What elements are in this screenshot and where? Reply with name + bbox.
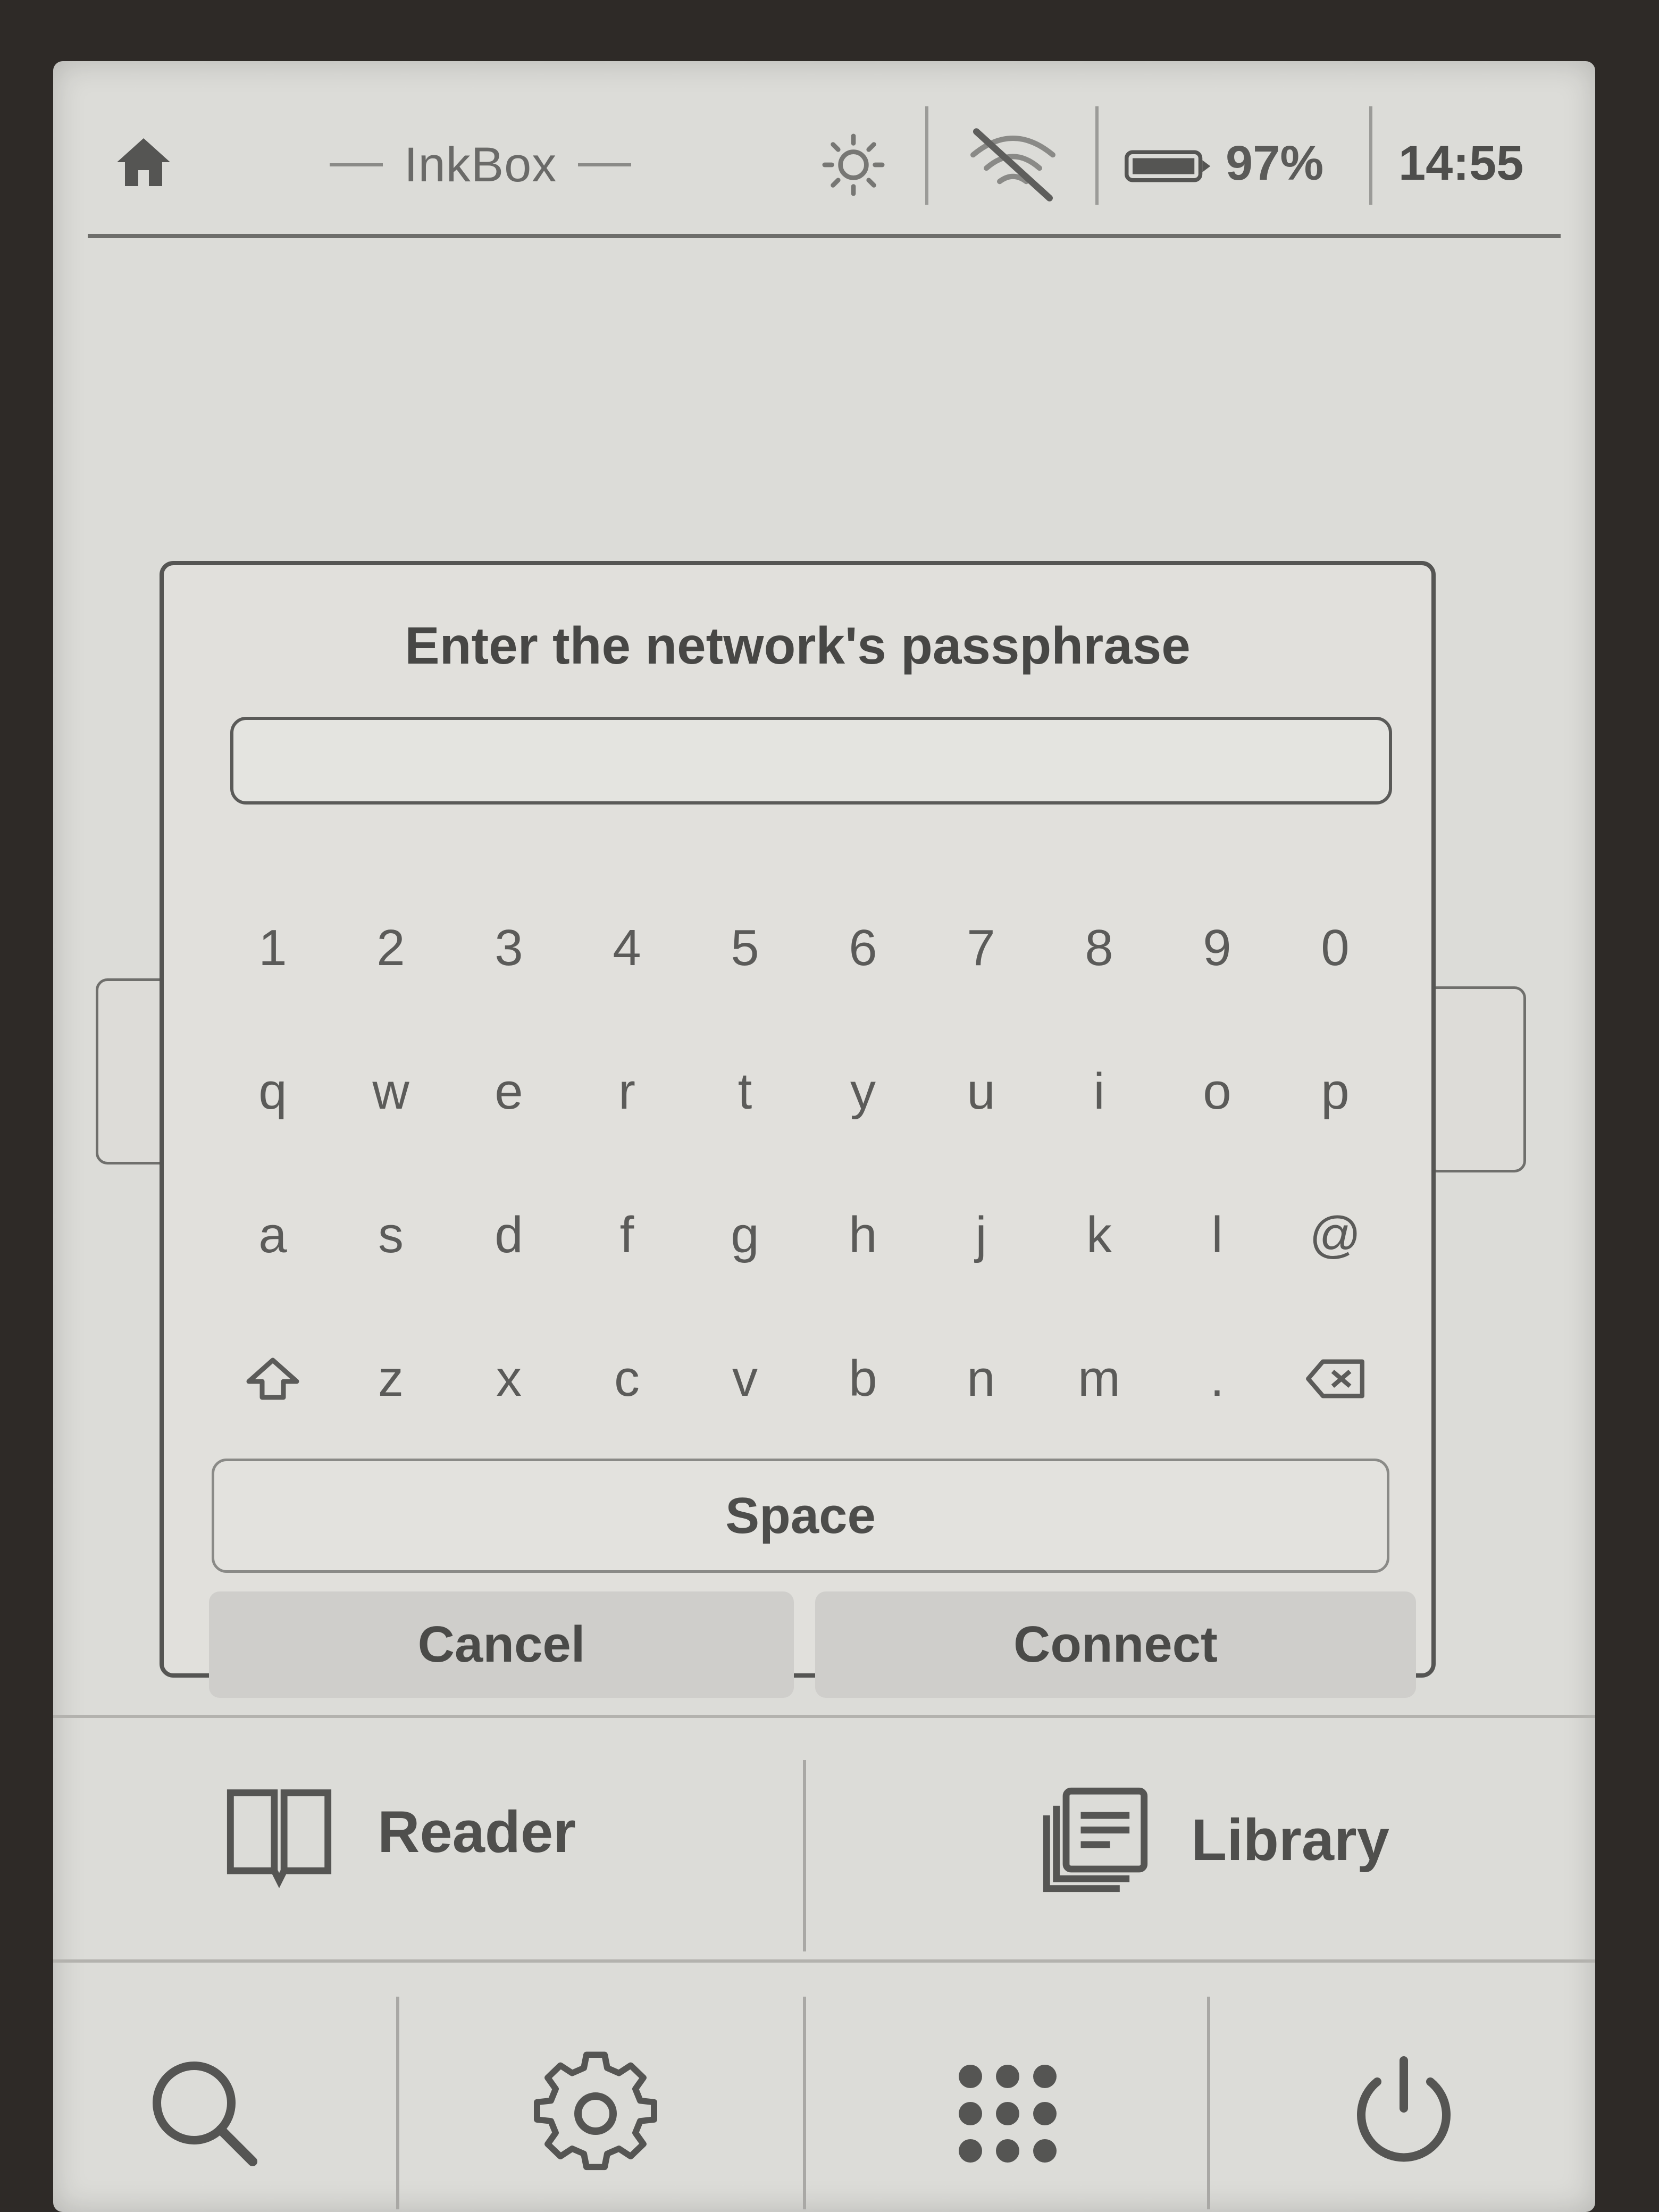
key-2[interactable]: 2 (335, 895, 447, 1001)
search-button[interactable] (136, 2045, 274, 2183)
app-title: InkBox (404, 137, 557, 192)
e-reader-screen: InkBox 97% 14:55 Enter the network's pas… (53, 61, 1595, 2212)
apps-grid-icon (959, 2065, 1057, 2163)
open-book-icon (227, 1789, 332, 1889)
battery-icon (1125, 150, 1211, 182)
key-7[interactable]: 7 (925, 895, 1037, 1001)
key-c[interactable]: c (571, 1326, 683, 1432)
library-label: Library (1191, 1807, 1389, 1873)
key-p[interactable]: p (1279, 1038, 1391, 1145)
key-e[interactable]: e (453, 1038, 565, 1145)
connect-button[interactable]: Connect (815, 1591, 1416, 1698)
key-z[interactable]: z (335, 1326, 447, 1432)
main-area-top-separator (53, 1715, 1595, 1718)
key-k[interactable]: k (1043, 1182, 1155, 1288)
cancel-button[interactable]: Cancel (209, 1591, 794, 1698)
key-f[interactable]: f (571, 1182, 683, 1288)
key-h[interactable]: h (807, 1182, 919, 1288)
keyboard-row-numbers: 1 2 3 4 5 6 7 8 9 0 (217, 895, 1397, 1001)
key-period[interactable]: . (1161, 1326, 1273, 1432)
key-l[interactable]: l (1161, 1182, 1273, 1288)
status-divider (1095, 106, 1099, 205)
key-b[interactable]: b (807, 1326, 919, 1432)
title-dash-left (330, 163, 383, 166)
battery-percentage: 97% (1226, 136, 1324, 190)
toolbar-divider (396, 1997, 399, 2209)
settings-gear-icon (534, 2051, 657, 2171)
wifi-off-icon[interactable] (962, 125, 1063, 205)
key-9[interactable]: 9 (1161, 895, 1273, 1001)
home-icon[interactable] (112, 130, 175, 194)
space-key[interactable]: Space (212, 1459, 1389, 1573)
app-title-group: InkBox (330, 136, 632, 194)
power-button[interactable] (1335, 2045, 1473, 2183)
key-o[interactable]: o (1161, 1038, 1273, 1145)
power-icon (1357, 2056, 1451, 2162)
clock: 14:55 (1398, 136, 1524, 190)
key-6[interactable]: 6 (807, 895, 919, 1001)
search-icon (153, 2062, 257, 2166)
key-u[interactable]: u (925, 1038, 1037, 1145)
status-divider (1369, 106, 1372, 205)
status-divider (925, 106, 928, 205)
reader-button[interactable]: Reader (218, 1773, 576, 1890)
toolbar-divider (803, 1997, 806, 2209)
passphrase-dialog: Enter the network's passphrase 1 2 3 4 5… (160, 561, 1436, 1698)
key-i[interactable]: i (1043, 1038, 1155, 1145)
shift-icon (246, 1358, 299, 1400)
status-bar: InkBox 97% 14:55 (53, 61, 1595, 238)
key-q[interactable]: q (217, 1038, 329, 1145)
key-y[interactable]: y (807, 1038, 919, 1145)
key-w[interactable]: w (335, 1038, 447, 1145)
shift-key[interactable] (217, 1326, 329, 1432)
key-t[interactable]: t (689, 1038, 801, 1145)
key-m[interactable]: m (1043, 1326, 1155, 1432)
status-bar-separator (88, 234, 1561, 238)
key-v[interactable]: v (689, 1326, 801, 1432)
key-8[interactable]: 8 (1043, 895, 1155, 1001)
key-a[interactable]: a (217, 1182, 329, 1288)
key-1[interactable]: 1 (217, 895, 329, 1001)
background-button-right (1425, 986, 1526, 1172)
toolbar-top-separator (53, 1959, 1595, 1963)
apps-button[interactable] (939, 2045, 1077, 2183)
key-s[interactable]: s (335, 1182, 447, 1288)
brightness-icon[interactable] (819, 130, 888, 199)
toolbar-divider (1207, 1997, 1210, 2209)
key-g[interactable]: g (689, 1182, 801, 1288)
keyboard-row-asdf: a s d f g h j k l @ (217, 1182, 1397, 1288)
passphrase-input[interactable] (230, 717, 1392, 805)
library-button[interactable]: Library (1037, 1779, 1389, 1901)
key-at[interactable]: @ (1279, 1182, 1391, 1288)
main-buttons-divider (803, 1760, 806, 1951)
key-x[interactable]: x (453, 1326, 565, 1432)
keyboard-row-qwerty: q w e r t y u i o p (217, 1038, 1397, 1145)
key-4[interactable]: 4 (571, 895, 683, 1001)
key-j[interactable]: j (925, 1182, 1037, 1288)
backspace-key[interactable] (1279, 1326, 1391, 1432)
dialog-title: Enter the network's passphrase (405, 616, 1191, 675)
key-n[interactable]: n (925, 1326, 1037, 1432)
key-5[interactable]: 5 (689, 895, 801, 1001)
key-r[interactable]: r (571, 1038, 683, 1145)
key-d[interactable]: d (453, 1182, 565, 1288)
reader-label: Reader (378, 1799, 576, 1865)
key-0[interactable]: 0 (1279, 895, 1391, 1001)
library-icon (1043, 1787, 1148, 1892)
settings-button[interactable] (526, 2045, 665, 2183)
backspace-icon (1306, 1359, 1364, 1398)
title-dash-right (578, 163, 632, 166)
keyboard-row-zxcv: z x c v b n m . (217, 1326, 1397, 1432)
key-3[interactable]: 3 (453, 895, 565, 1001)
